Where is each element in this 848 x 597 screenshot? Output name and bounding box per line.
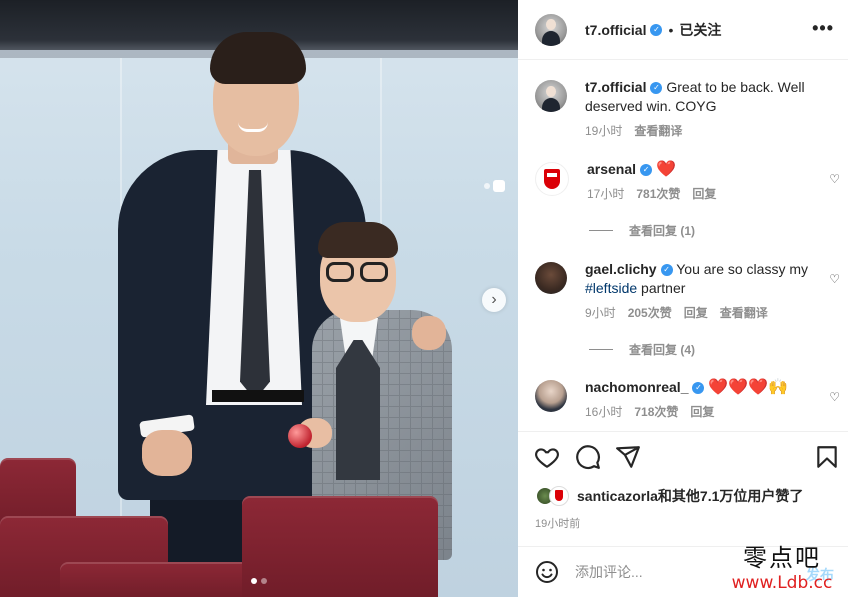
boy-vest [336, 340, 380, 480]
post-timestamp[interactable]: 19小时前 [535, 515, 580, 531]
man-hair [210, 32, 306, 84]
liker-avatar [549, 486, 569, 506]
author-username[interactable]: t7.official [585, 22, 646, 38]
likes-text[interactable]: santicazorla和其他7.1万位用户赞了 [577, 486, 803, 506]
post-comment-button[interactable]: 发布 [806, 565, 834, 585]
likes-summary[interactable]: santicazorla和其他7.1万位用户赞了 [535, 486, 803, 506]
commenter-avatar[interactable] [535, 162, 569, 196]
action-bar [518, 431, 848, 481]
red-ball [288, 424, 312, 448]
reply-button[interactable]: 回复 [684, 304, 708, 323]
comment-text: You are so classy my [676, 261, 808, 277]
add-comment-bar: 发布 [518, 546, 848, 597]
man-hand [142, 430, 192, 476]
comment-item: arsenal ✓ ❤️ 17小时 781次赞 回复 ♡ [535, 160, 840, 204]
post-header: t7.official ✓ • 已关注 ••• [518, 0, 848, 60]
comment-likes[interactable]: 718次赞 [634, 403, 678, 422]
comment-input[interactable] [575, 564, 755, 580]
verified-icon: ✓ [692, 382, 705, 395]
caption: t7.official ✓ Great to be back. Well dese… [535, 78, 840, 141]
comment-time[interactable]: 16小时 [585, 403, 622, 422]
translate-link[interactable]: 查看翻译 [720, 304, 768, 323]
separator-dot: • [668, 21, 674, 38]
carousel-dot[interactable] [261, 578, 267, 584]
like-comment-icon[interactable]: ♡ [829, 172, 840, 186]
hand-on-shoulder [412, 316, 446, 350]
like-comment-icon[interactable]: ♡ [829, 390, 840, 404]
comment-item: gael.clichy ✓ You are so classy my #lefts… [535, 260, 840, 323]
comment-likes[interactable]: 781次赞 [636, 185, 680, 204]
verified-icon: ✓ [640, 164, 653, 177]
verified-icon: ✓ [660, 264, 673, 277]
translate-link[interactable]: 查看翻译 [634, 122, 682, 141]
comment-time[interactable]: 17小时 [587, 185, 624, 204]
boy-glasses [326, 262, 390, 282]
next-arrow-icon[interactable]: › [482, 288, 506, 312]
comment-text-end: partner [637, 280, 686, 296]
view-replies-label: 查看回复 (1) [629, 224, 696, 238]
reply-button[interactable]: 回复 [692, 185, 716, 204]
bookmark-icon[interactable] [814, 444, 840, 470]
reply-button[interactable]: 回复 [690, 403, 714, 422]
caption-username[interactable]: t7.official [585, 79, 646, 95]
follow-button[interactable]: 已关注 [679, 20, 721, 40]
verified-icon: ✓ [650, 23, 663, 36]
post-photo[interactable]: › [0, 0, 518, 597]
comment-text: ❤️ [655, 161, 676, 178]
commenter-username[interactable]: arsenal [587, 161, 636, 177]
like-comment-icon[interactable]: ♡ [829, 272, 840, 286]
view-replies[interactable]: 查看回复 (4) [589, 341, 695, 358]
commenter-username[interactable]: gael.clichy [585, 261, 657, 277]
commenter-username[interactable]: nachomonreal_ [585, 379, 688, 395]
caption-time[interactable]: 19小时 [585, 122, 622, 141]
post-panel: t7.official ✓ • 已关注 ••• t7.official ✓ Gre… [518, 0, 848, 597]
comment-likes[interactable]: 205次赞 [628, 304, 672, 323]
image-tag-indicator [484, 180, 505, 192]
comments-list: t7.official ✓ Great to be back. Well dese… [518, 60, 848, 430]
carousel-dot[interactable] [251, 578, 257, 584]
commenter-avatar[interactable] [535, 380, 567, 412]
comment-item: nachomonreal_ ✓ ❤️❤️❤️🙌 16小时 718次赞 回复 ♡ [535, 378, 840, 422]
view-replies[interactable]: 查看回复 (1) [589, 222, 695, 239]
view-replies-label: 查看回复 (4) [629, 343, 696, 357]
comment-icon[interactable] [575, 444, 601, 470]
verified-icon: ✓ [650, 82, 663, 95]
comment-text: ❤️❤️❤️🙌 [708, 379, 789, 396]
emoji-icon[interactable] [535, 560, 559, 584]
author-avatar[interactable] [535, 80, 567, 112]
share-icon[interactable] [615, 444, 641, 470]
man-belt [212, 390, 304, 402]
comment-time[interactable]: 9小时 [585, 304, 616, 323]
hashtag-link[interactable]: #leftside [585, 280, 637, 296]
boy-hair [318, 222, 398, 258]
author-avatar[interactable] [535, 13, 567, 46]
commenter-avatar[interactable] [535, 262, 567, 294]
more-icon[interactable]: ••• [812, 18, 834, 39]
carousel-dots [0, 578, 518, 584]
heart-icon[interactable] [534, 444, 560, 470]
